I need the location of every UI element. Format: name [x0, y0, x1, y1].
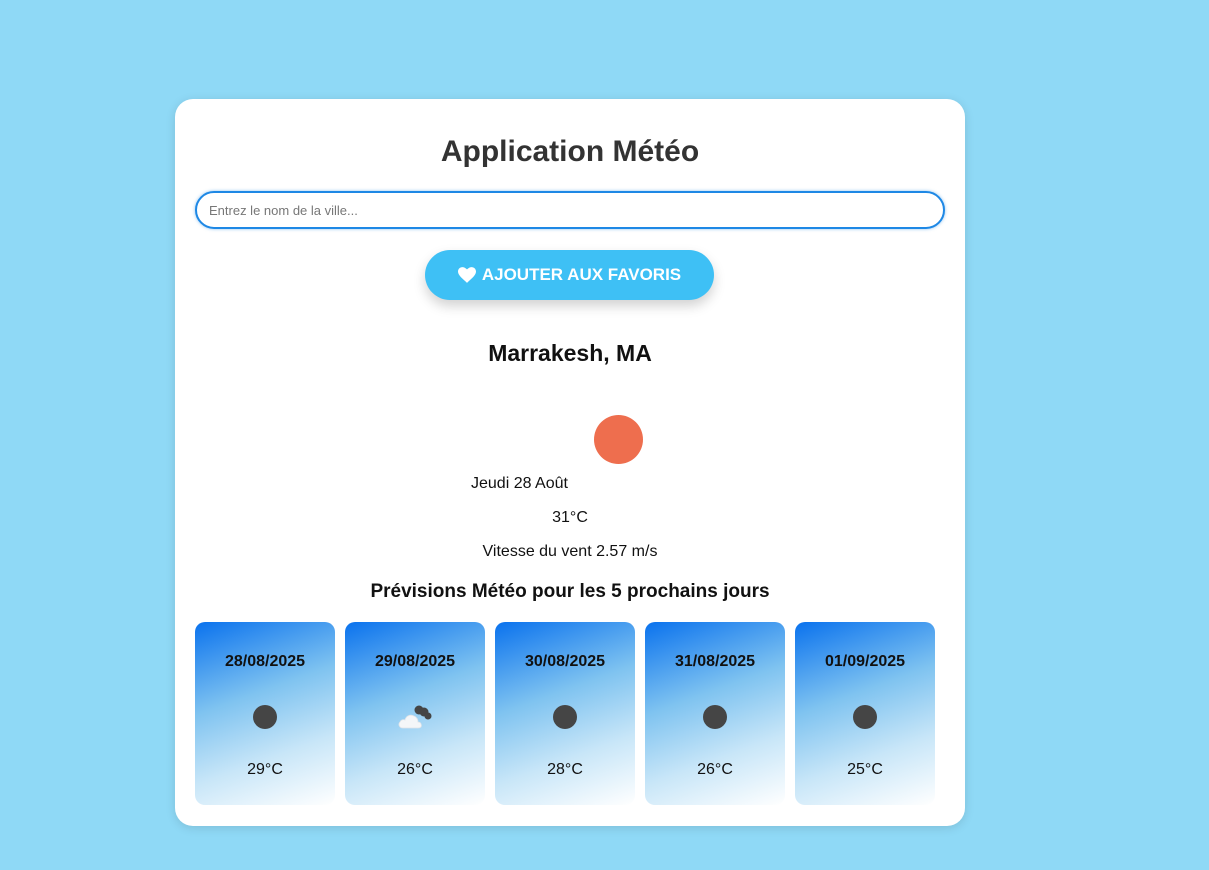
- dot-icon: [853, 705, 877, 729]
- current-date: Jeudi 28 Août: [471, 475, 568, 492]
- wind-speed: Vitesse du vent 2.57 m/s: [482, 543, 658, 560]
- sun-icon: [594, 415, 643, 464]
- heart-icon: [457, 267, 476, 283]
- forecast-temperature: 29°C: [247, 761, 283, 778]
- forecast-title: Prévisions Météo pour les 5 prochains jo…: [370, 581, 770, 602]
- page-title: Application Météo: [440, 135, 700, 168]
- forecast-date: 29/08/2025: [374, 653, 456, 670]
- forecast-day-card[interactable]: 29/08/2025 26°C: [345, 622, 485, 805]
- forecast-temperature: 26°C: [697, 761, 733, 778]
- forecast-list: 28/08/2025 29°C 29/08/2025 26°C 30/08/20…: [195, 622, 935, 805]
- dot-icon: [553, 705, 577, 729]
- forecast-day-card[interactable]: 28/08/2025 29°C: [195, 622, 335, 805]
- forecast-date: 31/08/2025: [674, 653, 756, 670]
- city-search-input[interactable]: [195, 191, 945, 229]
- forecast-day-card[interactable]: 31/08/2025 26°C: [645, 622, 785, 805]
- forecast-temperature: 25°C: [847, 761, 883, 778]
- add-to-favorites-label: AJOUTER AUX FAVORIS: [481, 265, 682, 284]
- current-temperature: 31°C: [552, 509, 588, 526]
- dot-icon: [253, 705, 277, 729]
- forecast-date: 01/09/2025: [824, 653, 906, 670]
- add-to-favorites-button[interactable]: AJOUTER AUX FAVORIS: [425, 250, 714, 300]
- dot-icon: [703, 705, 727, 729]
- forecast-date: 30/08/2025: [524, 653, 606, 670]
- forecast-date: 28/08/2025: [224, 653, 306, 670]
- forecast-temperature: 26°C: [397, 761, 433, 778]
- forecast-day-card[interactable]: 30/08/2025 28°C: [495, 622, 635, 805]
- forecast-temperature: 28°C: [547, 761, 583, 778]
- weather-card: Application Météo AJOUTER AUX FAVORIS Ma…: [175, 99, 965, 826]
- cloud-icon: [398, 705, 432, 729]
- forecast-day-card[interactable]: 01/09/2025 25°C: [795, 622, 935, 805]
- city-name: Marrakesh, MA: [488, 340, 652, 366]
